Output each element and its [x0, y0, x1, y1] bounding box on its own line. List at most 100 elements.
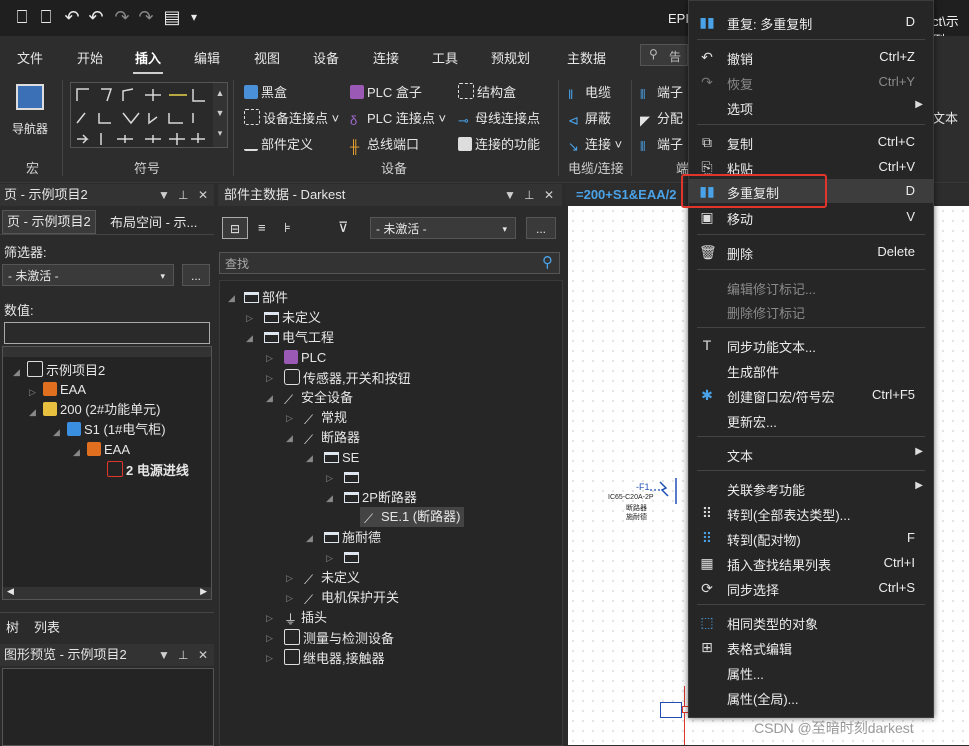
panel-menu-icon[interactable]: ▼	[158, 184, 170, 206]
tab-start[interactable]: 开始	[77, 48, 103, 67]
menu-item-edit-revision[interactable]: 编辑修订标记...	[689, 275, 933, 299]
conn-function-button[interactable]: 连接的功能	[458, 134, 540, 153]
plc-box-button[interactable]: PLC 盒子	[350, 82, 422, 101]
menu-item-update-macro[interactable]: 更新宏...	[689, 408, 933, 432]
tree-item-plug[interactable]: ⏚ 插头	[284, 609, 327, 627]
document-tab[interactable]: =200+S1&EAA/2	[570, 184, 683, 208]
tab-device[interactable]: 设备	[313, 48, 339, 67]
menu-item-same-type[interactable]: ⬚ 相同类型的对象	[689, 610, 933, 634]
menu-item-properties[interactable]: 属性...	[689, 660, 933, 684]
menu-item-sync-text[interactable]: T 同步功能文本...	[689, 333, 933, 357]
tree-item-measurement[interactable]: 测量与检测设备	[284, 629, 394, 647]
tree-item-empty-folder-2[interactable]	[344, 549, 362, 567]
tab-view[interactable]: 视图	[254, 48, 280, 67]
ribbon-search-box[interactable]: ⚲ 告	[640, 44, 688, 66]
filter-select[interactable]: - 未激活 - ▾	[2, 264, 174, 286]
filter-icon[interactable]: ⊽	[338, 219, 348, 236]
plc-conn-point-button[interactable]: δ PLC 连接点 ˅	[350, 108, 446, 128]
tab-page[interactable]: 页 - 示例项目2	[2, 210, 96, 234]
tree-item-2p-breaker[interactable]: 2P断路器	[344, 489, 417, 507]
tab-insert[interactable]: 插入	[132, 48, 164, 74]
connection-button[interactable]: ↘ 连接 ˅	[568, 134, 622, 154]
menu-item-delete-revision[interactable]: 删除修订标记	[689, 299, 933, 323]
menu-item-generate-part[interactable]: 生成部件	[689, 358, 933, 382]
tree-item-schneider[interactable]: 施耐德	[324, 529, 381, 547]
shield-button[interactable]: ⊲ 屏蔽	[568, 108, 611, 128]
terminal2-button[interactable]: ⫴ 端子	[640, 134, 683, 154]
display-icon[interactable]: ▤	[162, 7, 182, 27]
menu-item-table-edit[interactable]: ⊞ 表格式编辑	[689, 635, 933, 659]
tab-file[interactable]: 文件	[17, 48, 43, 67]
tree-item-undefined[interactable]: 未定义	[264, 309, 321, 327]
close-icon[interactable]: ✕	[198, 644, 208, 666]
redo-icon[interactable]: ↷	[112, 7, 132, 27]
parts-search-input[interactable]: 查找 ⚲	[219, 252, 560, 274]
bus-port-button[interactable]: ╫ 总线端口	[350, 134, 419, 154]
menu-item-sync-select[interactable]: ⟳ 同步选择 Ctrl+S	[689, 576, 933, 600]
undo-icon[interactable]: ↶	[62, 7, 82, 27]
menu-item-text[interactable]: 文本 ▶	[689, 442, 933, 466]
panel-menu-icon[interactable]: ▼	[158, 644, 170, 666]
pin-icon[interactable]: ⊥	[524, 184, 534, 206]
terminal-button[interactable]: ⫴ 端子	[640, 82, 683, 102]
tree-item-parts[interactable]: 部件	[244, 289, 288, 307]
tree-item-200[interactable]: 200 (2#功能单元)	[43, 401, 160, 419]
parts-filter-select[interactable]: - 未激活 - ▾	[370, 217, 516, 239]
filter-more-button[interactable]: ...	[182, 264, 210, 286]
part-def-button[interactable]: 部件定义	[244, 134, 313, 153]
tree-view-button[interactable]: ⊟	[222, 217, 248, 239]
close-icon[interactable]: ✕	[198, 184, 208, 206]
structure-view-icon[interactable]: ⊧	[284, 220, 291, 236]
menu-item-copy[interactable]: ⧉ 复制 Ctrl+C	[689, 130, 933, 154]
tree-item-page-2[interactable]: 2 电源进线	[107, 461, 189, 479]
panel-menu-icon[interactable]: ▼	[504, 184, 516, 206]
tab-tools[interactable]: 工具	[432, 48, 458, 67]
tree-item-general[interactable]: ⟋ 常规	[304, 409, 347, 427]
menu-item-properties-global[interactable]: 属性(全局)...	[689, 685, 933, 709]
tab-list[interactable]: 列表	[34, 617, 60, 636]
busbar-point-button[interactable]: ⊸ 母线连接点	[458, 108, 540, 128]
tree-item-electrical[interactable]: 电气工程	[264, 329, 334, 347]
symbol-gallery[interactable]: ▲ ▼ ▾	[70, 82, 228, 148]
branch-button[interactable]: ◤ 分配	[640, 108, 683, 128]
tree-item-empty-folder[interactable]	[344, 469, 362, 487]
tree-item-safety[interactable]: ⟋ 安全设备	[284, 389, 353, 407]
value-input[interactable]	[4, 322, 210, 344]
pin-icon[interactable]: ⊥	[178, 184, 188, 206]
tree-item-sensors[interactable]: 传感器,开关和按钮	[284, 369, 411, 387]
structure-box-button[interactable]: 结构盒	[458, 82, 516, 101]
menu-item-options[interactable]: 选项 ▶	[689, 95, 933, 119]
tree-item-eaa[interactable]: EAA	[43, 381, 86, 399]
redo-dropdown-icon[interactable]: ↷	[136, 7, 156, 27]
pin-icon[interactable]: ⊥	[178, 644, 188, 666]
tree-top-scroll[interactable]	[3, 347, 211, 357]
tree-item-breaker[interactable]: ⟋ 断路器	[304, 429, 360, 447]
menu-item-cross-ref[interactable]: 关联参考功能 ▶	[689, 476, 933, 500]
black-box-button[interactable]: 黑盒	[244, 82, 287, 101]
menu-item-undo[interactable]: ↶ 撤销 Ctrl+Z	[689, 45, 933, 69]
menu-item-repeat[interactable]: ▮▮ 重复: 多重复制 D	[689, 10, 933, 34]
tree-item-eaa-2[interactable]: EAA	[87, 441, 130, 459]
menu-item-delete[interactable]: 🗑 删除 Delete	[689, 240, 933, 264]
tree-item-plc[interactable]: PLC	[284, 349, 326, 367]
gallery-scroll[interactable]: ▲ ▼ ▾	[213, 83, 227, 147]
scroll-right-icon[interactable]: ▶	[200, 586, 207, 597]
undo-dropdown-icon[interactable]: ↶	[86, 7, 106, 27]
menu-item-move[interactable]: ▣ 移动 V	[689, 205, 933, 229]
parts-filter-more-button[interactable]: ...	[526, 217, 556, 239]
device-conn-point-button[interactable]: 设备连接点 ˅	[244, 108, 339, 127]
list-view-icon[interactable]: ≡	[258, 220, 266, 235]
navigator-button[interactable]: 导航器	[8, 84, 52, 148]
tree-item-undefined-2[interactable]: ⟋ 未定义	[304, 569, 360, 587]
tab-connection[interactable]: 连接	[373, 48, 399, 67]
tab-tree[interactable]: 树	[6, 617, 19, 636]
tree-item-motor-protection[interactable]: ⟋ 电机保护开关	[304, 589, 399, 607]
new-page-icon[interactable]: ⎕	[12, 7, 32, 27]
tree-item-s1[interactable]: S1 (1#电气柜)	[67, 421, 166, 439]
cable-button[interactable]: ‖ 电缆	[568, 82, 611, 102]
tree-item-se1[interactable]: ⟋ SE.1 (断路器)	[360, 507, 465, 527]
scroll-left-icon[interactable]: ◀	[7, 586, 14, 597]
customize-quickaccess-icon[interactable]: ▾	[184, 7, 204, 27]
menu-item-redo[interactable]: ↷ 恢复 Ctrl+Y	[689, 70, 933, 94]
tab-edit[interactable]: 编辑	[194, 48, 220, 67]
